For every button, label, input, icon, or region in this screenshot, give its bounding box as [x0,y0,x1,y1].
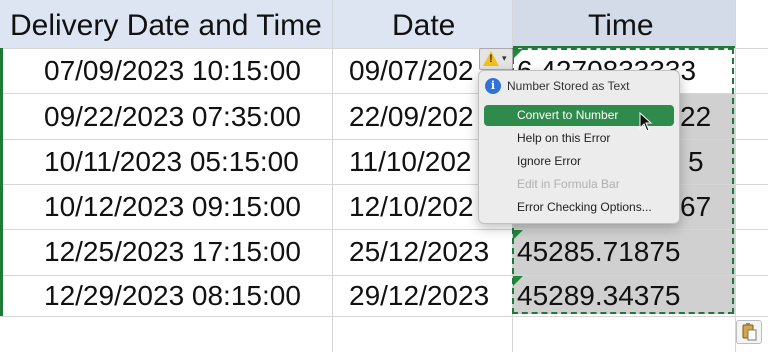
cell-b5[interactable]: 25/12/2023 [349,229,489,275]
menu-item-label: Help on this Error [517,131,611,145]
cell-b3[interactable]: 11/10/202 [349,139,472,185]
header-date: Date [392,9,456,42]
cell-a2[interactable]: 09/22/2023 07:35:00 [44,94,301,140]
cell-b1[interactable]: 09/07/202 [349,48,474,94]
menu-item-edit-in-formula-bar: Edit in Formula Bar [484,174,674,195]
menu-item-ignore-error[interactable]: Ignore Error [484,151,674,172]
info-icon: i [485,78,501,94]
menu-header: i Number Stored as Text [485,77,675,97]
warning-exclamation: ! [489,53,493,65]
error-options-menu: i Number Stored as Text Convert to Numbe… [478,70,680,224]
cell-b6[interactable]: 29/12/2023 [349,273,489,319]
menu-item-label: Edit in Formula Bar [517,177,620,191]
header-delivery-date-time: Delivery Date and Time [10,9,322,42]
menu-item-label: Convert to Number [517,108,619,122]
menu-item-error-checking-options[interactable]: Error Checking Options... [484,197,674,218]
cell-b4[interactable]: 12/10/202 [349,184,474,230]
cell-b2[interactable]: 22/09/202 [349,94,474,140]
menu-header-label: Number Stored as Text [507,79,630,93]
cell-a4[interactable]: 10/12/2023 09:15:00 [44,184,301,230]
header-time: Time [588,9,654,42]
menu-item-label: Ignore Error [517,154,582,168]
menu-item-label: Error Checking Options... [517,200,652,214]
paste-options-icon[interactable] [736,320,762,344]
cell-a5[interactable]: 12/25/2023 17:15:00 [44,229,301,275]
error-smart-tag-button[interactable]: ! ▾ [479,48,513,70]
row-selection-indicator [0,48,3,316]
mouse-pointer-icon [639,112,653,132]
cell-a3[interactable]: 10/11/2023 05:15:00 [44,139,299,185]
column-line [332,0,333,352]
cell-a1[interactable]: 07/09/2023 10:15:00 [44,48,301,94]
cell-a6[interactable]: 12/29/2023 08:15:00 [44,273,301,319]
chevron-down-icon: ▾ [502,53,507,63]
column-line [735,0,736,352]
